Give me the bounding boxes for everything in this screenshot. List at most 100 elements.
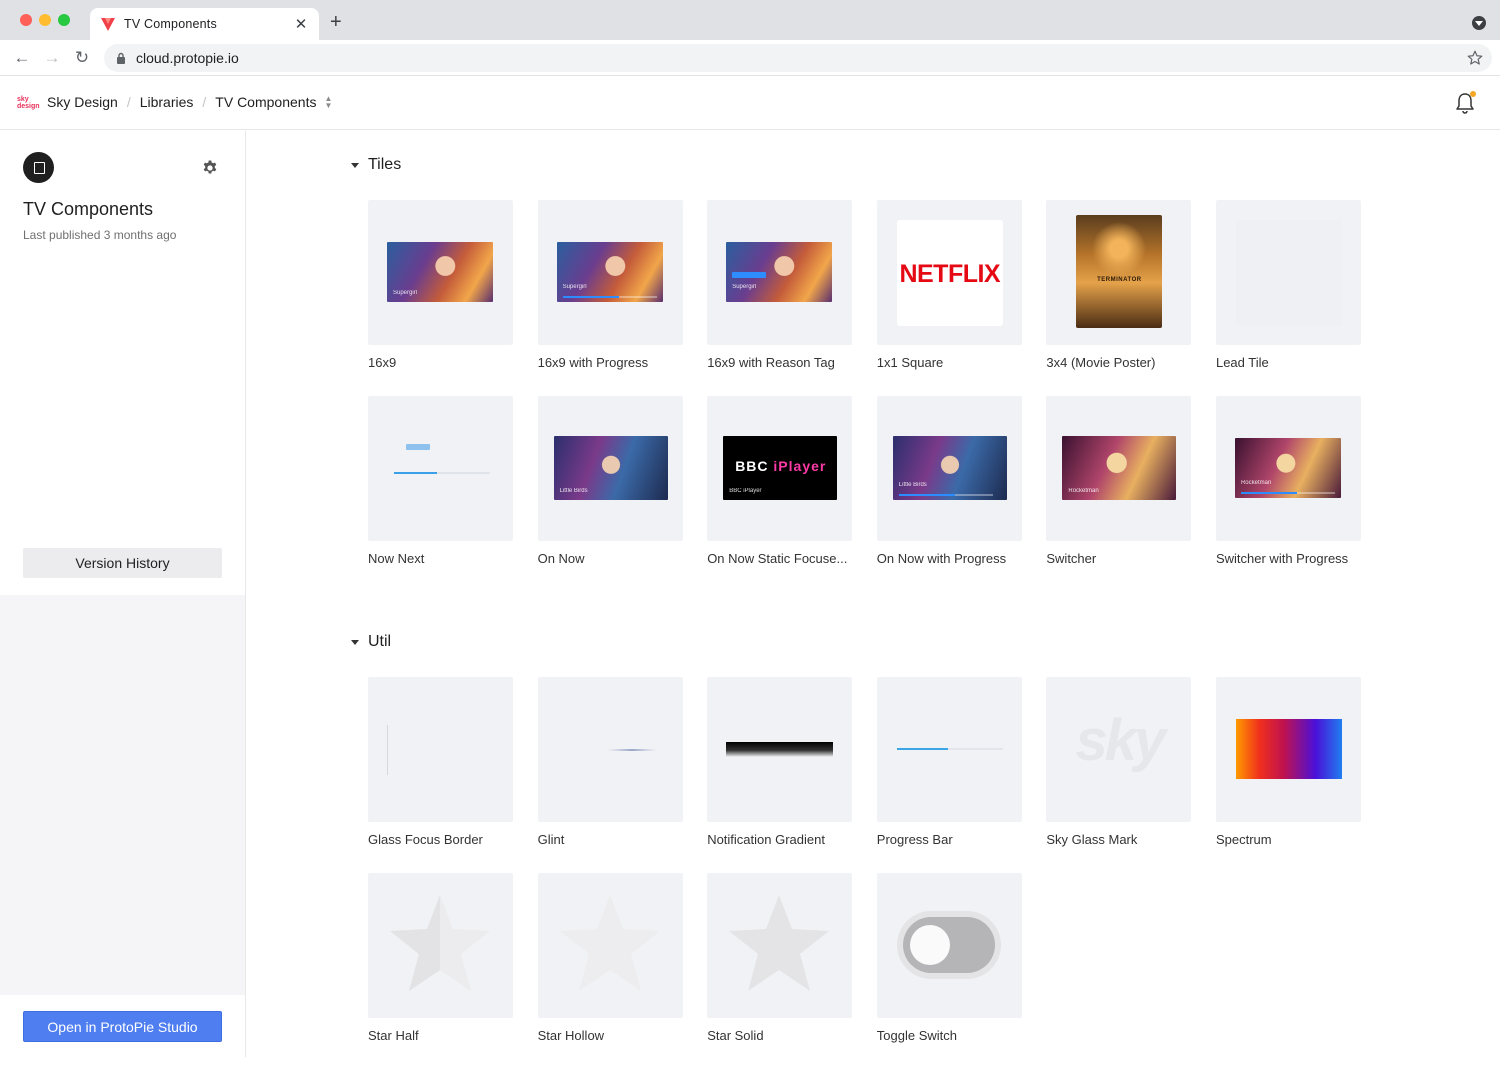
component-label: 1x1 Square xyxy=(876,355,944,370)
component-thumbnail xyxy=(368,677,513,822)
close-window-button[interactable] xyxy=(20,14,32,26)
terminator-poster: TERMINATOR xyxy=(1076,215,1163,328)
component-label: Lead Tile xyxy=(1215,355,1269,370)
component-card-16x9-with-progress[interactable]: Supergirl 16x9 with Progress xyxy=(537,200,683,396)
browser-tab[interactable]: TV Components ✕ xyxy=(90,8,319,40)
component-card-1x1-square[interactable]: NETFLIX 1x1 Square xyxy=(876,200,1022,396)
component-label: Glass Focus Border xyxy=(368,832,483,847)
breadcrumb: Sky Design / Libraries / TV Components ▲… xyxy=(47,94,332,110)
thumbnail-overlay-text: Supergirl xyxy=(732,284,757,290)
reload-icon[interactable]: ↻ xyxy=(72,48,92,68)
component-card-16x9-with-reason-tag[interactable]: Supergirl 16x9 with Reason Tag xyxy=(707,200,853,396)
util-grid: Glass Focus Border Glint Notification Gr… xyxy=(368,677,1361,873)
bbc-iplayer-logo: BBC iPlayer xyxy=(735,458,827,474)
component-card-switcher-with-progress[interactable]: Rocketman Switcher with Progress xyxy=(1215,396,1361,592)
address-bar[interactable]: cloud.protopie.io xyxy=(104,44,1492,72)
thumbnail-progress-bar xyxy=(1240,492,1335,494)
component-card-star-half[interactable]: Star Half xyxy=(368,873,513,1069)
component-card-sky-glass-mark[interactable]: sky Sky Glass Mark xyxy=(1046,677,1192,873)
breadcrumb-sky-design[interactable]: Sky Design xyxy=(47,94,118,110)
progress-bar-preview xyxy=(896,748,1003,750)
component-card-on-now-static-focused[interactable]: BBC iPlayer BBC iPlayer On Now Static Fo… xyxy=(707,396,853,592)
netflix-tile: NETFLIX xyxy=(896,220,1003,326)
breadcrumb-tv-components[interactable]: TV Components xyxy=(215,94,316,110)
gear-icon[interactable] xyxy=(201,159,219,177)
component-thumbnail: BBC iPlayer BBC iPlayer xyxy=(707,396,853,541)
star-half-icon xyxy=(390,895,490,991)
component-thumbnail: Rocketman xyxy=(1215,396,1361,541)
breadcrumb-libraries[interactable]: Libraries xyxy=(140,94,194,110)
protopie-favicon-icon xyxy=(101,18,115,31)
supergirl-thumbnail: Supergirl xyxy=(387,242,493,302)
last-published-text: Last published 3 months ago xyxy=(23,228,177,242)
tab-search-icon[interactable] xyxy=(1472,16,1486,30)
zoom-window-button[interactable] xyxy=(58,14,70,26)
bookmark-star-icon[interactable] xyxy=(1466,49,1484,67)
section-header-util[interactable]: Util xyxy=(351,633,391,651)
forward-arrow-icon[interactable]: → xyxy=(42,48,62,68)
glint-preview xyxy=(607,749,656,751)
component-label: 3x4 (Movie Poster) xyxy=(1046,355,1156,370)
component-card-16x9[interactable]: Supergirl 16x9 xyxy=(368,200,513,396)
channel-pill xyxy=(406,444,430,450)
component-card-now-next[interactable]: Now Next xyxy=(368,396,513,592)
component-thumbnail xyxy=(1215,677,1361,822)
thumbnail-overlay-text: BBC iPlayer xyxy=(729,488,762,494)
component-thumbnail: NETFLIX xyxy=(876,200,1022,345)
component-card-on-now-with-progress[interactable]: Little Birds On Now with Progress xyxy=(876,396,1022,592)
component-card-glint[interactable]: Glint xyxy=(537,677,683,873)
minimize-window-button[interactable] xyxy=(39,14,51,26)
focus-border-preview xyxy=(387,725,388,775)
component-label: 16x9 xyxy=(368,355,397,370)
component-label: Spectrum xyxy=(1215,832,1272,847)
component-thumbnail: Supergirl xyxy=(707,200,853,345)
component-card-notification-gradient[interactable]: Notification Gradient xyxy=(707,677,853,873)
component-label: On Now Static Focuse... xyxy=(707,551,848,566)
harley-quinn-thumbnail: Little Birds xyxy=(553,436,668,500)
tab-close-icon[interactable]: ✕ xyxy=(293,15,309,33)
component-card-3x4-movie-poster[interactable]: TERMINATOR 3x4 (Movie Poster) xyxy=(1046,200,1192,396)
poster-title: TERMINATOR xyxy=(1097,277,1142,283)
component-thumbnail xyxy=(876,677,1022,822)
component-label: Notification Gradient xyxy=(707,832,825,847)
collapse-caret-icon[interactable] xyxy=(351,639,359,645)
open-in-protopie-studio-button[interactable]: Open in ProtoPie Studio xyxy=(23,1011,222,1042)
component-card-star-solid[interactable]: Star Solid xyxy=(707,873,853,1069)
component-label: Switcher xyxy=(1046,551,1097,566)
component-card-glass-focus-border[interactable]: Glass Focus Border xyxy=(368,677,513,873)
netflix-logo: NETFLIX xyxy=(899,260,1001,288)
component-label: Glint xyxy=(537,832,565,847)
new-tab-button[interactable]: + xyxy=(330,11,342,34)
component-label: On Now with Progress xyxy=(876,551,1007,566)
component-card-toggle-switch[interactable]: Toggle Switch xyxy=(876,873,1022,1069)
bbc-iplayer-thumbnail: BBC iPlayer BBC iPlayer xyxy=(723,436,838,500)
thumbnail-overlay-text: Supergirl xyxy=(393,290,418,296)
component-label: Star Half xyxy=(368,1028,419,1043)
version-history-button[interactable]: Version History xyxy=(23,548,222,578)
component-label: Toggle Switch xyxy=(876,1028,957,1043)
back-arrow-icon[interactable]: ← xyxy=(12,48,32,68)
component-card-on-now[interactable]: Little Birds On Now xyxy=(537,396,683,592)
component-card-spectrum[interactable]: Spectrum xyxy=(1215,677,1361,873)
toggle-switch-preview xyxy=(896,911,1001,979)
star-solid-icon xyxy=(729,895,830,991)
component-thumbnail xyxy=(876,873,1022,1018)
component-card-switcher[interactable]: Rocketman Switcher xyxy=(1046,396,1192,592)
sky-watermark-logo: sky xyxy=(1075,708,1166,773)
library-switcher-icon[interactable]: ▲ ▼ xyxy=(324,95,332,110)
component-card-star-hollow[interactable]: Star Hollow xyxy=(537,873,683,1069)
component-card-lead-tile[interactable]: Lead Tile xyxy=(1215,200,1361,396)
component-card-progress-bar[interactable]: Progress Bar xyxy=(876,677,1022,873)
component-thumbnail xyxy=(1215,200,1361,345)
sky-design-logo[interactable]: sky design xyxy=(17,96,40,110)
component-thumbnail: TERMINATOR xyxy=(1046,200,1192,345)
app-header: sky design Sky Design / Libraries / TV C… xyxy=(0,77,1500,130)
library-title: TV Components xyxy=(23,199,154,219)
collapse-caret-icon[interactable] xyxy=(351,162,359,168)
section-header-tiles[interactable]: Tiles xyxy=(351,156,401,174)
thumbnail-progress-bar xyxy=(898,494,993,496)
tab-title: TV Components xyxy=(124,17,217,31)
supergirl-thumbnail: Supergirl xyxy=(556,242,663,302)
component-label: Progress Bar xyxy=(876,832,953,847)
notification-gradient-preview xyxy=(726,742,834,757)
